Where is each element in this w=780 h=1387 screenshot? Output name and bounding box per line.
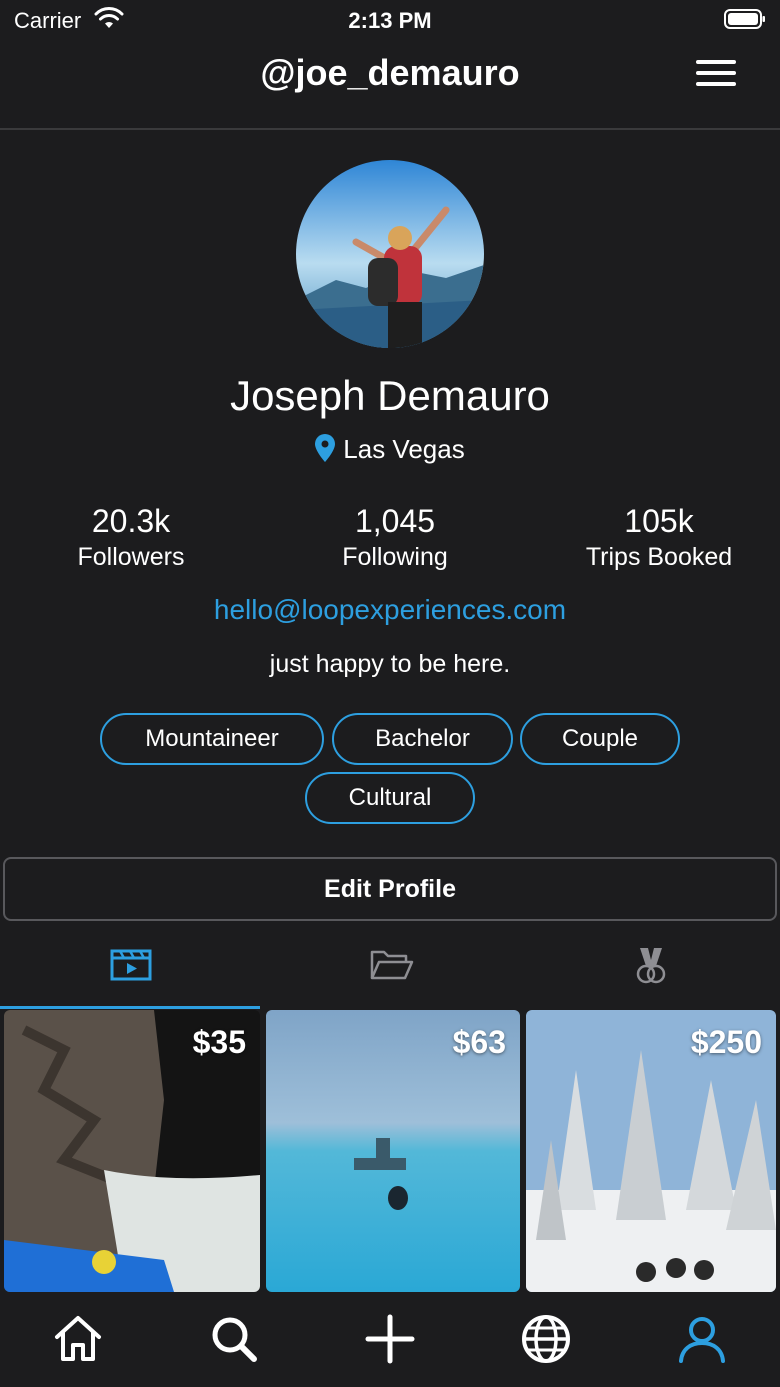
- profile-stats: 20.3k Followers 1,045 Following 105k Tri…: [0, 502, 780, 582]
- stat-trips-booked[interactable]: 105k Trips Booked: [539, 502, 779, 574]
- stat-label: Trips Booked: [585, 543, 733, 571]
- home-icon[interactable]: [52, 1313, 104, 1365]
- folder-icon: [370, 950, 414, 980]
- hamburger-menu-icon[interactable]: [696, 58, 736, 88]
- tag-chip[interactable]: Couple: [520, 713, 680, 765]
- medal-icon: [636, 948, 666, 984]
- video-icon: [110, 949, 152, 981]
- location-label: Las Vegas: [343, 434, 465, 464]
- stat-followers[interactable]: 20.3k Followers: [11, 502, 251, 574]
- stat-following[interactable]: 1,045 Following: [275, 502, 515, 574]
- price-label: $250: [690, 1024, 762, 1060]
- content-tabs: [0, 930, 780, 1010]
- tag-chip[interactable]: Cultural: [305, 772, 475, 824]
- tab-experiences[interactable]: [0, 930, 260, 1010]
- experience-tile[interactable]: $63: [266, 1010, 520, 1292]
- profile-header: @joe_demauro: [0, 40, 780, 130]
- status-bar: Carrier 2:13 PM: [0, 0, 780, 40]
- experience-tile[interactable]: $35: [4, 1010, 260, 1292]
- price-label: $63: [452, 1024, 506, 1060]
- profile-name: Joseph Demauro: [230, 372, 550, 419]
- search-icon[interactable]: [208, 1313, 260, 1365]
- tag-chip[interactable]: Bachelor: [332, 713, 513, 765]
- username-title: @joe_demauro: [260, 52, 520, 93]
- battery-icon: [724, 9, 765, 29]
- profile-email-link[interactable]: hello@loopexperiences.com: [0, 594, 780, 626]
- stat-value: 20.3k: [91, 503, 171, 539]
- location-pin-icon: [315, 434, 336, 462]
- stat-label: Followers: [77, 543, 185, 571]
- price-label: $35: [192, 1024, 246, 1060]
- stat-value: 105k: [624, 503, 694, 539]
- profile-bio: just happy to be here.: [269, 650, 511, 678]
- stat-value: 1,045: [354, 503, 436, 539]
- active-tab-indicator: [0, 1006, 260, 1009]
- globe-icon[interactable]: [520, 1313, 572, 1365]
- stat-label: Following: [342, 543, 448, 571]
- profile-location: Las Vegas: [0, 434, 780, 465]
- experience-tile[interactable]: $250: [526, 1010, 776, 1292]
- avatar[interactable]: [296, 160, 484, 348]
- profile-icon[interactable]: [676, 1313, 728, 1365]
- clock: 2:13 PM: [348, 8, 432, 33]
- plus-icon[interactable]: [364, 1313, 416, 1365]
- bottom-nav: [0, 1293, 780, 1387]
- tag-chip[interactable]: Mountaineer: [100, 713, 324, 765]
- edit-profile-button[interactable]: Edit Profile: [3, 857, 777, 921]
- tab-achievements[interactable]: [520, 930, 780, 1010]
- tab-collections[interactable]: [260, 930, 520, 1010]
